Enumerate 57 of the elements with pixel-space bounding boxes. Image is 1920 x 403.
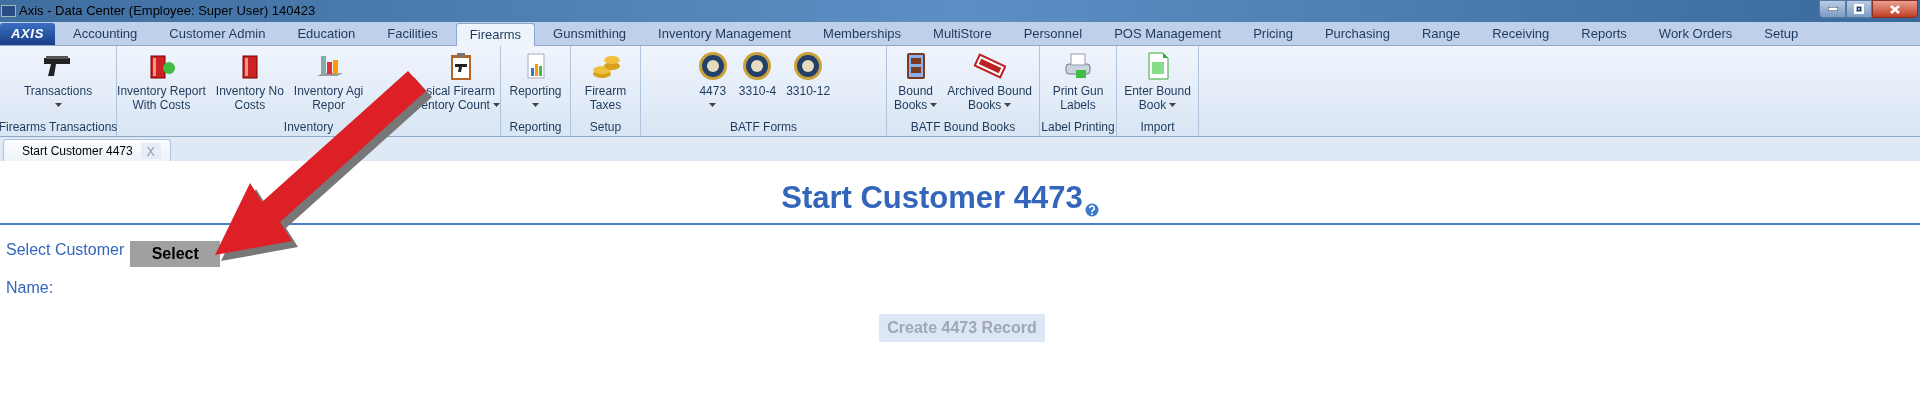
ribbon-tab[interactable]: Memberships (809, 23, 916, 45)
ribbon-group-label: BATF Forms (729, 119, 798, 136)
restore-icon (1854, 4, 1864, 14)
ribbon-tab[interactable]: Firearms (455, 23, 536, 46)
ribbon-tab[interactable]: Work Orders (1644, 23, 1747, 45)
ribbon-group-label: Setup (589, 119, 622, 136)
ribbon-button[interactable]: Bound Books (888, 50, 943, 112)
ribbon-button[interactable]: Print Gun Labels (1047, 50, 1109, 112)
ribbon-group-label: BATF Bound Books (910, 119, 1016, 136)
ribbon-button[interactable]: Enter Bound Book (1119, 50, 1196, 112)
ribbon-group-label: Firearms Transactions (0, 119, 118, 136)
ribbon-tab[interactable]: Setup (1750, 23, 1813, 45)
ribbon-button[interactable]: Inventory No Costs (210, 50, 289, 112)
ribbon-button[interactable]: Inventory Report With Costs (112, 50, 211, 112)
ribbon-tab[interactable]: MultiStore (919, 23, 1006, 45)
ribbon-tab[interactable]: Pricing (1239, 23, 1307, 45)
ribbon-group-label: Inventory (283, 119, 334, 136)
ribbon-button[interactable]: 4473 (691, 50, 734, 107)
page-heading: Start Customer 4473 (781, 179, 1083, 217)
seal-icon (741, 50, 774, 82)
ribbon-tab[interactable]: Inventory Management (644, 23, 806, 45)
ribbon-button[interactable]: Transactions (18, 50, 98, 107)
ribbon-button[interactable]: Archived Bound Books (942, 50, 1038, 112)
ribbon-tab[interactable]: Range (1407, 23, 1475, 45)
app-icon (1, 5, 16, 17)
seal-icon (792, 50, 825, 82)
ribbon-tab[interactable]: Customer Admin (155, 23, 280, 45)
ribbon-tab[interactable]: Facilities (373, 23, 452, 45)
ribbon-tab[interactable]: Personnel (1009, 23, 1097, 45)
select-customer-label: Select Customer (6, 240, 125, 260)
name-label: Name: (6, 279, 54, 296)
seal-icon (696, 50, 729, 82)
ribbon-button[interactable]: Reporting (504, 50, 567, 107)
minimize-button[interactable] (1819, 0, 1846, 18)
ribbon-group-label: Import (1140, 119, 1175, 136)
window-title: Axis - Data Center (Employee: Super User) 140423 (19, 2, 316, 21)
close-icon (1890, 4, 1900, 14)
ribbon-tab[interactable]: Reports (1567, 23, 1641, 45)
ribbon-tab[interactable]: Receiving (1478, 23, 1564, 45)
minimize-icon (1827, 7, 1838, 11)
ribbon-tab[interactable]: Purchasing (1310, 23, 1404, 45)
ribbon-button[interactable]: Inventory Agi Repor (288, 50, 369, 112)
restore-button[interactable] (1846, 0, 1872, 18)
ribbon-tab[interactable]: Accounting (59, 23, 152, 45)
ribbon-group-label: Label Printing (1041, 119, 1115, 136)
ribbon-tab[interactable]: Education (283, 23, 370, 45)
ribbon-button[interactable]: 3310-12 (781, 50, 836, 98)
close-button[interactable] (1872, 0, 1918, 18)
document-tab[interactable]: Start Customer 4473 X (3, 139, 171, 161)
app-menu-button[interactable]: AXIS (0, 23, 55, 45)
ribbon-tab[interactable]: POS Management (1100, 23, 1236, 45)
ribbon-button[interactable]: Firearm Taxes (579, 50, 632, 112)
ribbon-tab[interactable]: Gunsmithing (539, 23, 641, 45)
ribbon-group-label: Reporting (509, 119, 562, 136)
help-icon[interactable] (1084, 203, 1099, 217)
select-button[interactable]: Select (130, 241, 221, 267)
ribbon-button[interactable]: 3310-4 (733, 50, 782, 98)
